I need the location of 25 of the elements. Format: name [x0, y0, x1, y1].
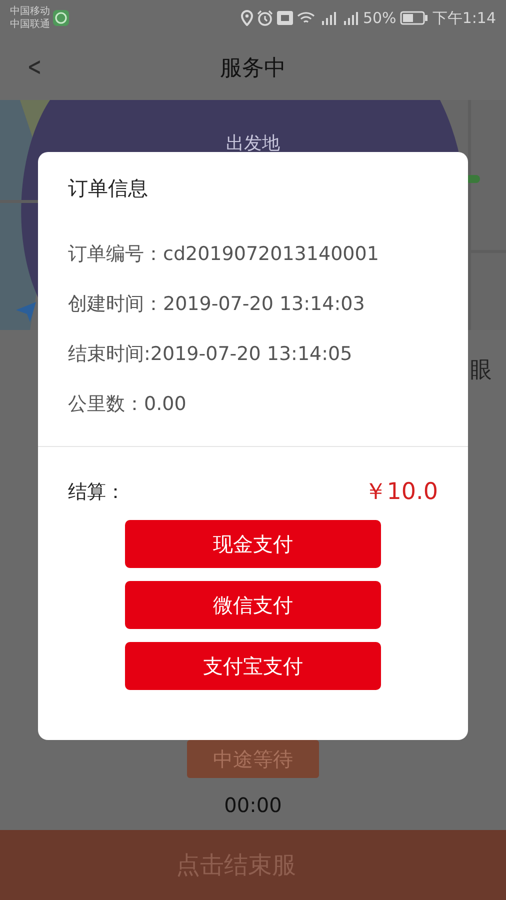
- total-label: 结算：: [68, 480, 125, 505]
- order-detail: 订单编号：cd2019072013140001: [68, 242, 380, 266]
- payment-button[interactable]: 微信支付: [125, 580, 381, 628]
- location-icon: [240, 10, 253, 26]
- payment-button[interactable]: 支付宝支付: [125, 642, 381, 690]
- payment-button[interactable]: 现金支付: [125, 520, 381, 568]
- total-amount: ￥10.0: [364, 478, 438, 507]
- order-detail: 公里数：0.00: [68, 392, 188, 416]
- wifi-icon: [296, 11, 315, 25]
- page-text: 眼: [470, 357, 492, 385]
- carrier-name: 中国联通: [10, 18, 50, 31]
- clock: 下午1:14: [432, 8, 496, 29]
- carrier-name: 中国移动: [10, 5, 50, 18]
- hd-icon: [276, 11, 293, 25]
- battery-icon: [400, 11, 428, 25]
- alarm-icon: [256, 10, 273, 26]
- timer: 00:00: [224, 792, 282, 819]
- page-title: 服务中: [220, 54, 286, 82]
- battery-percent: 50%: [362, 8, 396, 29]
- order-detail: 结束时间:2019-07-20 13:14:05: [68, 342, 354, 366]
- app-icon: [53, 10, 69, 26]
- back-button[interactable]: <: [28, 52, 41, 82]
- order-detail: 创建时间：2019-07-20 13:14:03: [68, 292, 366, 316]
- dialog-title: 订单信息: [68, 176, 149, 200]
- marker-label: 出发地: [226, 134, 280, 154]
